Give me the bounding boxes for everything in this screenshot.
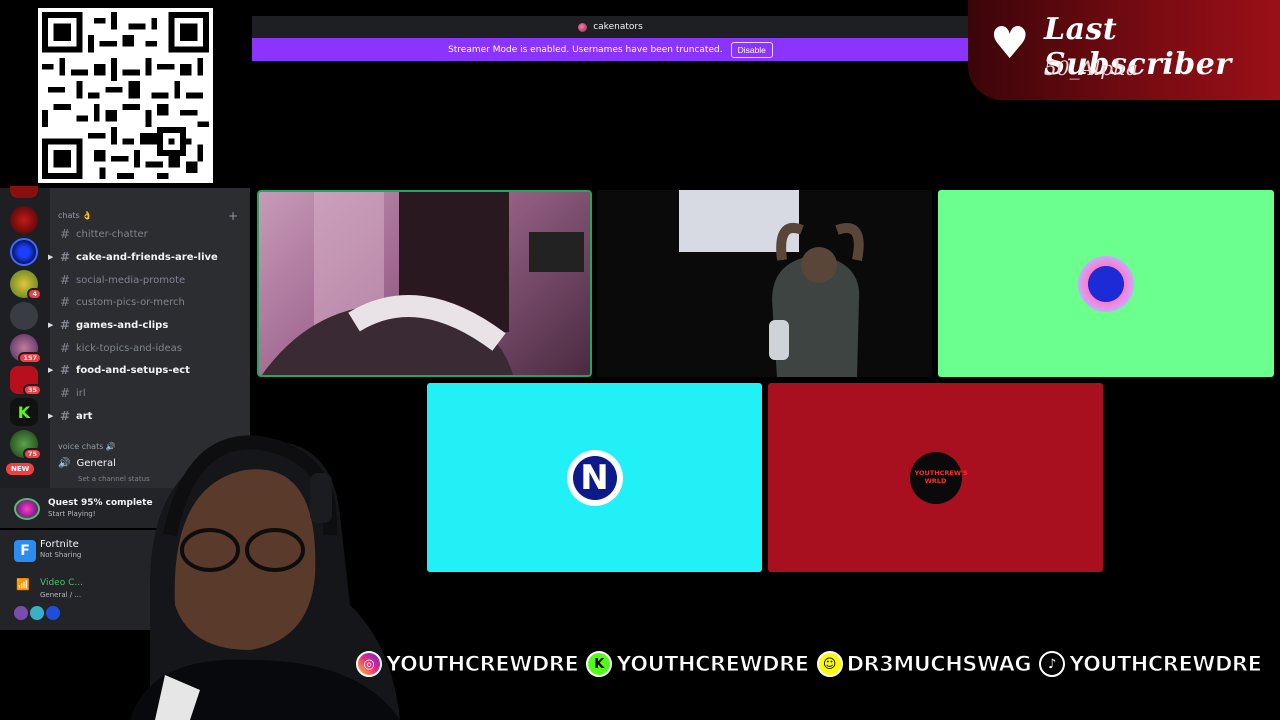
server-icon-blue-ring[interactable] <box>10 238 38 266</box>
hash-icon: # <box>60 409 71 423</box>
channel-games-and-clips[interactable]: ▶ # games-and-clips <box>48 315 240 335</box>
hash-icon: # <box>60 227 71 241</box>
video-tile-1[interactable] <box>257 190 592 377</box>
kick-icon: K <box>586 651 613 677</box>
server-name: cakenators <box>593 22 643 32</box>
hash-icon: # <box>60 250 71 264</box>
channel-label: cake-and-friends-are-live <box>76 251 218 263</box>
hash-icon: # <box>60 386 71 400</box>
participant-avatar: N <box>566 449 623 506</box>
unread-indicator-icon: ▶ <box>48 253 54 261</box>
channel-label: irl <box>76 387 86 399</box>
channel-art[interactable]: ▶ # art <box>48 406 240 426</box>
server-mention-badge: 75 <box>22 447 42 460</box>
channel-label: kick-topics-and-ideas <box>76 342 182 354</box>
qr-code <box>38 8 213 183</box>
server-icon <box>578 22 588 32</box>
avatar[interactable] <box>14 606 28 620</box>
server-icon-green-yellow[interactable]: 4 <box>10 270 42 300</box>
category-voice-chats[interactable]: voice chats 🔊 <box>58 442 116 451</box>
participant-avatar: YOUTHCREW'S WRLD <box>909 451 968 504</box>
last-subscriber-name: 50_Alpha <box>1044 56 1138 80</box>
voice-participants <box>14 606 60 620</box>
avatar[interactable] <box>46 606 60 620</box>
instagram-handle: YOUTHCREWDRE <box>385 652 579 677</box>
channel-kick-topics-and-ideas[interactable]: # kick-topics-and-ideas <box>60 338 240 358</box>
channel-label: food-and-setups-ect <box>76 364 190 376</box>
server-mention-badge: 35 <box>22 383 42 396</box>
participant-avatar <box>1078 255 1134 312</box>
new-badge[interactable]: NEW <box>6 463 35 475</box>
snapchat-icon: ☺ <box>816 651 843 677</box>
channel-cake-and-friends-are-live[interactable]: ▶ # cake-and-friends-are-live <box>48 247 240 267</box>
channel-irl[interactable]: # irl <box>60 383 240 403</box>
server-rail: 4 157 35 K 75 NEW <box>0 186 50 488</box>
youthcrew-logo: YOUTHCREW'S WRLD <box>914 469 968 485</box>
hash-icon: # <box>60 341 71 355</box>
game-status: Not Sharing <box>40 551 82 559</box>
tiktok-handle: YOUTHCREWDRE <box>1069 652 1263 677</box>
server-icon-red[interactable] <box>10 206 38 234</box>
channel-label: art <box>76 410 93 422</box>
server-icon-dota[interactable] <box>10 186 38 198</box>
speaker-icon: 🔊 <box>58 458 71 469</box>
server-mention-badge: 157 <box>18 351 42 364</box>
last-subscriber-overlay: ♥ Last Subscriber 50_Alpha <box>968 0 1280 100</box>
kick-handle: YOUTHCREWDRE <box>616 652 810 677</box>
unread-indicator-icon: ▶ <box>48 412 54 420</box>
video-tile-2[interactable] <box>597 190 932 377</box>
hash-icon: # <box>60 318 71 332</box>
server-icon-red-square[interactable]: 35 <box>10 366 42 396</box>
voice-connected-subtitle[interactable]: General / ... <box>40 591 81 599</box>
socials-bar: ◎ YOUTHCREWDRE K YOUTHCREWDRE ☺ DR3MUCHS… <box>356 646 1280 682</box>
disable-streamer-mode-button[interactable]: Disable <box>730 41 773 58</box>
video-tile-3[interactable] <box>938 190 1274 377</box>
server-icon-kick[interactable]: K <box>10 398 38 426</box>
channel-chitter-chatter[interactable]: # chitter-chatter <box>60 224 240 244</box>
server-icon-plant[interactable]: 75 <box>10 430 42 460</box>
channel-label: chitter-chatter <box>76 228 148 240</box>
heart-icon: ♥ <box>990 18 1030 69</box>
unread-indicator-icon: ▶ <box>48 366 54 374</box>
instagram-icon: ◎ <box>356 651 382 677</box>
discord-title-bar: cakenators <box>252 16 969 38</box>
quest-subtitle: Start Playing! <box>48 510 96 518</box>
avatar[interactable] <box>30 606 44 620</box>
voice-connected-title: Video C... <box>40 578 83 588</box>
channel-label: custom-pics-or-merch <box>76 296 185 308</box>
hash-icon: # <box>60 363 71 377</box>
streamer-mode-banner: Streamer Mode is enabled. Usernames have… <box>252 38 969 61</box>
category-chats[interactable]: chats 👌 <box>58 211 92 220</box>
channel-label: social-media-promote <box>76 274 186 286</box>
streamer-mode-text: Streamer Mode is enabled. Usernames have… <box>448 44 723 55</box>
channel-food-and-setups-ect[interactable]: ▶ # food-and-setups-ect <box>48 360 240 380</box>
channel-label: games-and-clips <box>76 319 169 331</box>
hash-icon: # <box>60 273 71 287</box>
add-channel-icon[interactable]: + <box>228 209 238 223</box>
channel-social-media-promote[interactable]: # social-media-promote <box>60 270 240 290</box>
video-tile-5[interactable]: YOUTHCREW'S WRLD <box>768 383 1103 572</box>
game-name: Fortnite <box>40 539 79 550</box>
snapchat-handle: DR3MUCHSWAG <box>846 652 1032 677</box>
hash-icon: # <box>60 295 71 309</box>
server-icon-pink[interactable]: 157 <box>10 334 42 364</box>
server-mention-badge: 4 <box>27 287 42 300</box>
tiktok-icon: ♪ <box>1039 651 1066 677</box>
signal-icon[interactable]: 📶 <box>16 578 30 591</box>
voice-channel-general[interactable]: 🔊 General <box>58 458 116 469</box>
voice-channel-label: General <box>76 458 116 469</box>
channel-custom-pics-or-merch[interactable]: # custom-pics-or-merch <box>60 292 240 312</box>
server-icon-gray[interactable] <box>10 302 38 330</box>
quest-icon <box>14 498 40 520</box>
fortnite-icon: F <box>14 540 36 562</box>
video-tile-4[interactable]: N <box>427 383 762 572</box>
unread-indicator-icon: ▶ <box>48 321 54 329</box>
